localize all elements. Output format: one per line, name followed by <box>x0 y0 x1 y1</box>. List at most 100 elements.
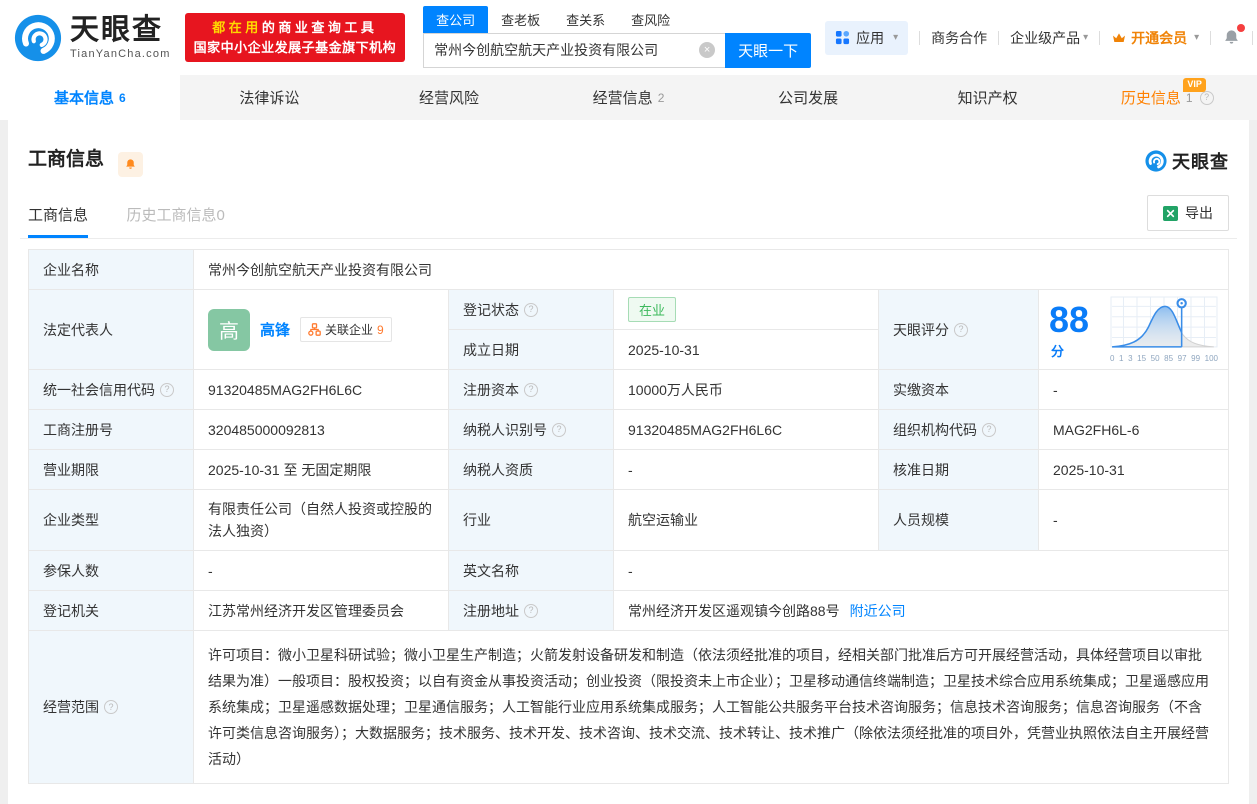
tab-label: 历史信息 <box>1120 90 1181 107</box>
search-button[interactable]: 天眼一下 <box>725 32 812 68</box>
tab-count: 2 <box>657 90 665 105</box>
table-row: 营业期限 2025-10-31 至 无固定期限 纳税人资质 - 核准日期 202… <box>29 450 1229 490</box>
related-label: 关联企业 <box>325 323 374 337</box>
table-row: 法定代表人 高 高锋 关联企业 9 登记状态 ? 在业 成立日期 2025-10… <box>29 290 1229 370</box>
tab-basic-info[interactable]: 基本信息 6 <box>0 75 180 120</box>
tab-count: 1 <box>1185 90 1193 105</box>
search-tab-company[interactable]: 查公司 <box>423 5 489 33</box>
tab-history-info[interactable]: VIP 历史信息 1 ? <box>1077 75 1257 120</box>
table-row: 经营范围 ? 许可项目：微小卫星科研试验；微小卫星生产制造；火箭发射设备研发和制… <box>29 631 1229 784</box>
business-scope-value: 许可项目：微小卫星科研试验；微小卫星生产制造；火箭发射设备研发和制造（依法须经批… <box>194 631 1229 784</box>
table-row: 企业名称 常州今创航空航天产业投资有限公司 <box>29 250 1229 290</box>
top-header: 天眼查 TianYanCha.com 都在用的商业查询工具 国家中小企业发展子基… <box>0 0 1257 75</box>
tab-intellectual-property[interactable]: 知识产权 <box>898 75 1078 120</box>
company-name-value: 常州今创航空航天产业投资有限公司 <box>194 250 1229 290</box>
menu-apps[interactable]: 应用 ▾ <box>825 20 909 55</box>
menu-cooperation[interactable]: 商务合作 <box>931 28 987 48</box>
menu-open-vip[interactable]: 开通会员 ▾ <box>1111 28 1199 48</box>
tick-label: 0 <box>1110 354 1115 363</box>
help-icon[interactable]: ? <box>954 322 968 337</box>
help-icon[interactable]: ? <box>552 422 566 437</box>
bell-icon <box>126 159 136 169</box>
reg-status-cell: 在业 <box>614 290 879 330</box>
search-input[interactable]: 常州今创航空航天产业投资有限公司 × <box>423 32 726 68</box>
search-tab-relation[interactable]: 查关系 <box>553 6 618 33</box>
apps-grid-icon <box>836 30 850 45</box>
company-nav-tabs: 基本信息 6 法律诉讼 经营风险 经营信息 2 公司发展 知识产权 VIP 历史… <box>0 75 1257 120</box>
help-icon[interactable]: ? <box>524 302 538 317</box>
tab-legal-proceedings[interactable]: 法律诉讼 <box>180 75 360 120</box>
tick-label: 97 <box>1177 354 1187 363</box>
section-title: 工商信息 <box>28 149 105 170</box>
field-value: 江苏常州经济开发区管理委员会 <box>194 591 449 631</box>
label-text: 纳税人识别号 <box>463 421 547 438</box>
nearby-companies-link[interactable]: 附近公司 <box>850 601 906 621</box>
divider <box>1252 30 1254 45</box>
help-icon[interactable]: ? <box>160 382 174 397</box>
field-label: 纳税人资质 <box>449 450 614 490</box>
search-tab-boss[interactable]: 查老板 <box>488 6 553 33</box>
field-label: 注册资本 ? <box>449 370 614 410</box>
tab-label: 知识产权 <box>957 90 1018 107</box>
status-badge: 在业 <box>628 297 677 322</box>
tick-label: 99 <box>1191 354 1201 363</box>
field-label: 实缴资本 <box>879 370 1039 410</box>
field-value: - <box>614 551 1229 591</box>
score-chart-ticks: 0 1 3 15 50 85 97 99 100 <box>1110 354 1218 363</box>
subtab-business-info[interactable]: 工商信息 <box>28 204 89 238</box>
tab-operation-risk[interactable]: 经营风险 <box>359 75 539 120</box>
search-tab-risk[interactable]: 查风险 <box>618 6 683 33</box>
page: 天眼查 TianYanCha.com 都在用的商业查询工具 国家中小企业发展子基… <box>0 0 1257 804</box>
tick-label: 3 <box>1128 354 1133 363</box>
menu-apps-label: 应用 <box>856 29 885 46</box>
tab-operation-info[interactable]: 经营信息 2 <box>539 75 719 120</box>
subtabs-row: 工商信息 历史工商信息0 导出 <box>20 195 1237 239</box>
help-icon[interactable]: ? <box>524 603 538 618</box>
notification-dot <box>1237 24 1246 32</box>
watermark-text: 天眼查 <box>1172 151 1229 172</box>
search-row: 常州今创航空航天产业投资有限公司 × 天眼一下 <box>423 32 812 68</box>
tab-label: 经营风险 <box>418 90 479 107</box>
clear-icon[interactable]: × <box>699 42 716 58</box>
divider <box>1210 30 1212 45</box>
field-label: 人员规模 <box>879 490 1039 551</box>
subscribe-bell-button[interactable] <box>118 152 144 177</box>
crown-icon <box>1113 32 1126 42</box>
related-companies-badge[interactable]: 关联企业 9 <box>300 317 392 342</box>
help-icon[interactable]: ? <box>524 382 538 397</box>
promo-line1-highlight: 都在用 <box>212 19 262 35</box>
tab-company-development[interactable]: 公司发展 <box>718 75 898 120</box>
divider <box>1099 30 1101 45</box>
field-label: 营业期限 <box>29 450 194 490</box>
help-icon[interactable]: ? <box>982 422 996 437</box>
menu-enterprise-products[interactable]: 企业级产品 ▾ <box>1010 28 1088 48</box>
search-block: 查公司 查老板 查关系 查风险 常州今创航空航天产业投资有限公司 × 天眼一下 <box>423 5 812 68</box>
chevron-down-icon: ▾ <box>1083 32 1089 43</box>
field-value: 320485000092813 <box>194 410 449 450</box>
score-cell[interactable]: 88分 0 1 3 15 50 85 97 99 100 <box>1039 290 1229 370</box>
export-button[interactable]: 导出 <box>1147 195 1229 231</box>
table-row: 统一社会信用代码 ? 91320485MAG2FH6L6C 注册资本 ? 100… <box>29 370 1229 410</box>
search-tabs: 查公司 查老板 查关系 查风险 <box>423 5 811 33</box>
tianyancha-logo[interactable]: 天眼查 TianYanCha.com <box>14 14 171 62</box>
field-value: - <box>194 551 449 591</box>
top-menu: 应用 ▾ 商务合作 企业级产品 ▾ 开通会员 ▾ <box>825 20 1257 55</box>
logo-text: 天眼查 TianYanCha.com <box>70 15 171 60</box>
field-label: 纳税人识别号 ? <box>449 410 614 450</box>
legal-rep-avatar[interactable]: 高 <box>208 308 250 351</box>
tab-label: 基本信息 <box>53 90 114 107</box>
legal-rep-name-link[interactable]: 高锋 <box>260 319 290 340</box>
tab-count: 6 <box>118 90 126 105</box>
tianyancha-logo-icon <box>14 14 62 61</box>
field-label: 统一社会信用代码 ? <box>29 370 194 410</box>
field-label: 经营范围 ? <box>29 631 194 784</box>
tab-label: 经营信息 <box>592 90 653 107</box>
notification-bell[interactable] <box>1222 24 1246 47</box>
help-icon[interactable]: ? <box>1199 90 1214 105</box>
help-icon[interactable]: ? <box>104 700 118 714</box>
promo-line1: 都在用的商业查询工具 <box>194 19 397 37</box>
tick-label: 15 <box>1137 354 1147 363</box>
reg-status-label: 登记状态 <box>463 301 519 318</box>
subtab-history-business-info[interactable]: 历史工商信息0 <box>126 204 224 238</box>
logo-subtitle: TianYanCha.com <box>70 47 171 60</box>
